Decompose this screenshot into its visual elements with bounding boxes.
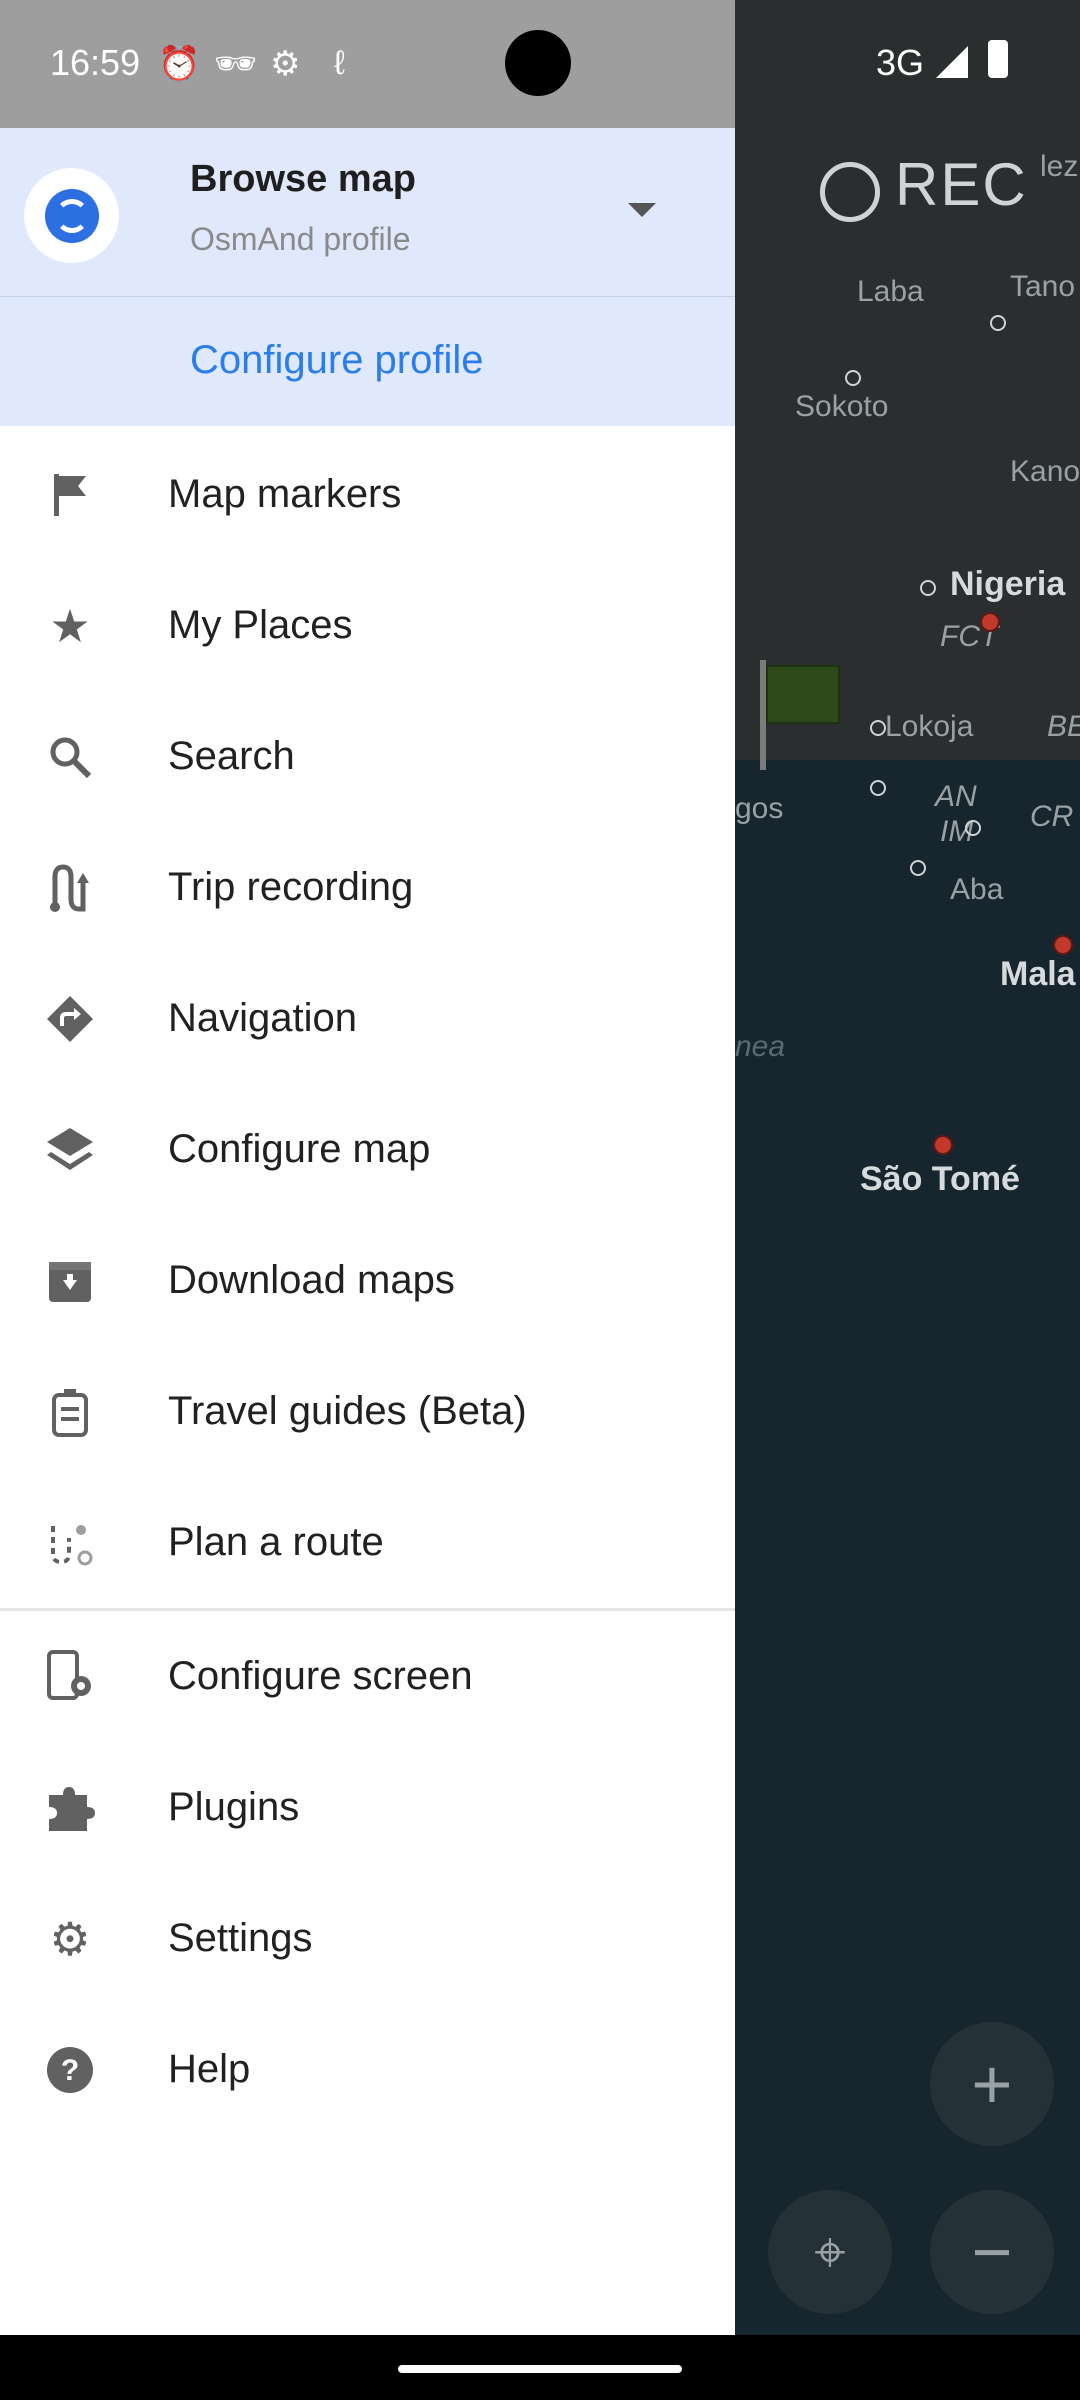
- menu-item-configure-map[interactable]: Configure map: [0, 1084, 735, 1215]
- menu-item-label: Help: [168, 2047, 251, 2091]
- profile-title[interactable]: Browse map: [190, 158, 416, 201]
- map-label: Kano: [1010, 455, 1080, 488]
- status-time: 16:59: [50, 42, 141, 83]
- menu-item-label: Navigation: [168, 996, 358, 1040]
- map-label: Mala: [1000, 955, 1076, 993]
- map-city-dot: [910, 860, 926, 876]
- menu-item-label: Search: [168, 734, 295, 778]
- plan-route-icon: [44, 1517, 96, 1569]
- map-label: nea: [735, 1030, 786, 1063]
- menu-item-my-places[interactable]: ★ My Places: [0, 560, 735, 691]
- map-label: BE: [1047, 710, 1080, 743]
- map-capital-dot: [933, 1135, 953, 1155]
- puzzle-icon: [44, 1782, 96, 1834]
- star-icon: ★: [49, 600, 91, 652]
- map-label: AN: [935, 780, 977, 813]
- map-city-dot: [990, 315, 1006, 331]
- crosshair-icon: ⌖: [814, 2219, 846, 2283]
- map-city-dot: [870, 780, 886, 796]
- gear-icon: ⚙: [49, 1913, 91, 1965]
- battery-icon: [988, 40, 1008, 78]
- map-city-dot: [845, 370, 861, 386]
- zoom-out-button[interactable]: −: [930, 2190, 1054, 2314]
- menu-item-label: Settings: [168, 1916, 313, 1960]
- signal-icon: [936, 46, 968, 78]
- map-marker-flag[interactable]: [766, 665, 840, 724]
- incognito-icon: 🕶: [214, 45, 258, 83]
- drawer-menu: Map markers ★ My Places Search Trip reco…: [0, 429, 735, 2135]
- menu-item-map-markers[interactable]: Map markers: [0, 429, 735, 560]
- menu-item-configure-screen[interactable]: Configure screen: [0, 1611, 735, 1742]
- map-label: Sokoto: [795, 390, 889, 423]
- map-label: São Tomé: [860, 1160, 1020, 1198]
- map-label: lez: [1040, 150, 1079, 183]
- map-label: CR: [1030, 800, 1074, 833]
- menu-item-label: Configure screen: [168, 1654, 473, 1698]
- menu-item-label: Trip recording: [168, 865, 414, 909]
- network-type: 3G: [876, 42, 925, 83]
- menu-item-plan-route[interactable]: Plan a route: [0, 1477, 735, 1608]
- search-icon: [44, 731, 96, 783]
- menu-item-label: Configure map: [168, 1127, 431, 1171]
- menu-item-download-maps[interactable]: Download maps: [0, 1215, 735, 1346]
- trip-recording-icon: [44, 862, 96, 914]
- map-label: Aba: [950, 873, 1004, 906]
- profile-avatar[interactable]: [24, 168, 119, 263]
- map-label: Tano: [1010, 270, 1076, 303]
- status-bar: 16:59 ⏰ 🕶 ⚙ ℓ 3G: [0, 0, 1080, 128]
- rec-label[interactable]: REC: [895, 150, 1028, 219]
- menu-item-label: Plugins: [168, 1785, 300, 1829]
- navigation-drawer: Browse map OsmAnd profile Configure prof…: [0, 128, 735, 2335]
- map-label: Nigeria: [950, 565, 1066, 603]
- menu-item-help[interactable]: ? Help: [0, 2004, 735, 2135]
- menu-item-trip-recording[interactable]: Trip recording: [0, 822, 735, 953]
- travel-guide-icon: [44, 1386, 96, 1438]
- map-label: Lokoja: [885, 710, 974, 743]
- menu-item-settings[interactable]: ⚙ Settings: [0, 1873, 735, 2004]
- navigation-icon: [44, 993, 96, 1045]
- zoom-in-button[interactable]: +: [930, 2022, 1054, 2146]
- menu-item-label: Download maps: [168, 1258, 455, 1302]
- my-location-button[interactable]: ⌖: [768, 2190, 892, 2314]
- map-city-dot: [870, 720, 886, 736]
- map-label: gos: [735, 792, 784, 825]
- trip-icon: ℓ: [334, 44, 345, 82]
- profile-subtitle: OsmAnd profile: [190, 221, 411, 257]
- camera-cutout: [505, 30, 571, 96]
- drawer-header: Browse map OsmAnd profile Configure prof…: [0, 128, 735, 426]
- menu-item-label: Travel guides (Beta): [168, 1389, 527, 1433]
- settings-icon: ⚙: [270, 45, 301, 83]
- menu-item-label: Map markers: [168, 472, 402, 516]
- alarm-icon: ⏰: [158, 45, 201, 83]
- header-divider: [0, 296, 735, 297]
- map-capital-dot: [980, 612, 1000, 632]
- help-icon: ?: [44, 2044, 96, 2096]
- menu-item-travel-guides[interactable]: Travel guides (Beta): [0, 1346, 735, 1477]
- menu-item-label: Plan a route: [168, 1520, 384, 1564]
- layers-icon: [44, 1124, 96, 1176]
- home-gesture-handle[interactable]: [398, 2365, 682, 2373]
- map-city-dot: [920, 580, 936, 596]
- menu-item-search[interactable]: Search: [0, 691, 735, 822]
- globe-icon: [44, 188, 99, 243]
- map-label: Laba: [857, 275, 924, 308]
- menu-item-plugins[interactable]: Plugins: [0, 1742, 735, 1873]
- menu-item-label: My Places: [168, 603, 353, 647]
- configure-screen-icon: [44, 1650, 96, 1703]
- flag-icon: [44, 469, 96, 521]
- svg-text:?: ?: [61, 2054, 79, 2087]
- record-icon[interactable]: [820, 162, 880, 222]
- map-sea: [735, 760, 1080, 2400]
- map-city-dot: [965, 820, 981, 836]
- profile-dropdown-icon[interactable]: [610, 178, 674, 242]
- menu-item-navigation[interactable]: Navigation: [0, 953, 735, 1084]
- configure-profile-button[interactable]: Configure profile: [190, 338, 484, 383]
- map-capital-dot: [1053, 935, 1073, 955]
- download-icon: [44, 1255, 96, 1307]
